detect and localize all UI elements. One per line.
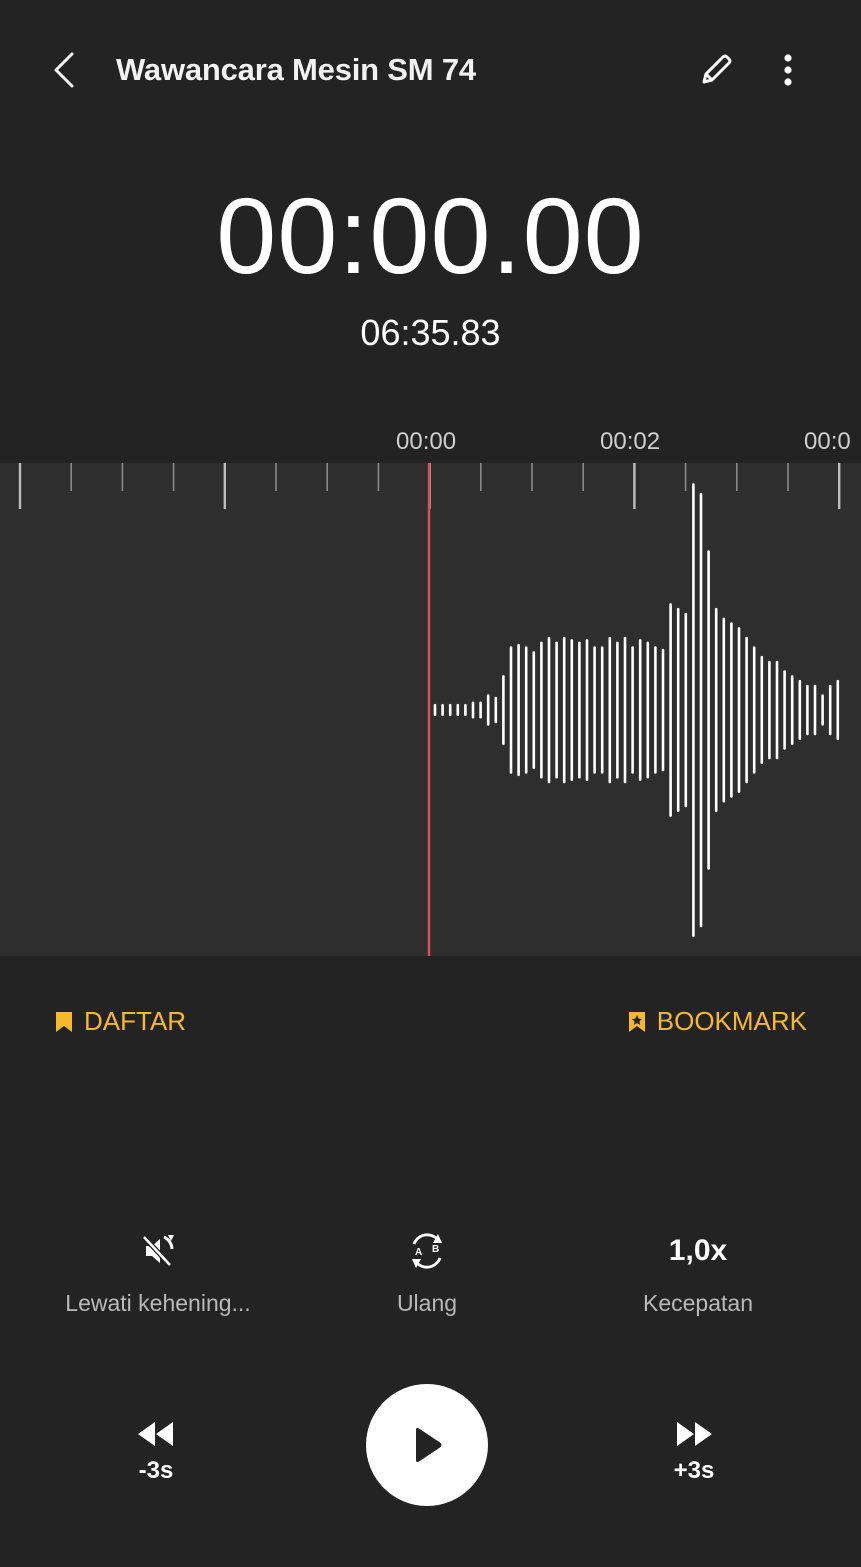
rewind-button[interactable]: -3s bbox=[116, 1420, 196, 1485]
add-bookmark-icon bbox=[628, 1011, 645, 1032]
top-app-bar: Wawancara Mesin SM 74 bbox=[0, 28, 861, 112]
total-duration: 06:35.83 bbox=[360, 312, 501, 353]
voice-recorder-playback-screen: Wawancara Mesin SM 74 00:00.00 06:35.83 … bbox=[0, 0, 861, 1567]
timeline-label: 00:00 bbox=[396, 428, 457, 455]
bookmark-list-button[interactable]: DAFTAR bbox=[54, 1006, 186, 1037]
waveform-panel[interactable] bbox=[0, 463, 861, 956]
edit-button[interactable] bbox=[690, 44, 742, 96]
svg-text:B: B bbox=[432, 1244, 439, 1255]
rewind-label: -3s bbox=[138, 1457, 174, 1484]
more-vertical-icon bbox=[784, 54, 792, 86]
repeat-label: Ulang bbox=[396, 1290, 458, 1316]
play-icon bbox=[416, 1428, 442, 1462]
recording-title: Wawancara Mesin SM 74 bbox=[116, 52, 476, 87]
svg-text:A: A bbox=[415, 1247, 422, 1258]
forward-label: +3s bbox=[673, 1457, 715, 1484]
pencil-icon bbox=[702, 54, 732, 84]
bookmark-icon bbox=[56, 1011, 72, 1032]
play-button[interactable] bbox=[366, 1384, 488, 1506]
chevron-left-icon bbox=[54, 52, 74, 88]
speed-button[interactable]: 1,0x Kecepatan bbox=[578, 1228, 818, 1317]
back-button[interactable] bbox=[40, 44, 88, 96]
bookmark-list-label: DAFTAR bbox=[84, 1006, 187, 1036]
add-bookmark-button[interactable]: BOOKMARK bbox=[627, 1006, 807, 1037]
skip-silence-icon bbox=[142, 1235, 174, 1267]
fast-forward-icon bbox=[677, 1422, 712, 1446]
repeat-ab-icon: A B bbox=[412, 1233, 442, 1269]
more-options-button[interactable] bbox=[766, 44, 810, 96]
timeline-label: 00:02 bbox=[600, 428, 661, 455]
current-position-time: 00:00.00 bbox=[216, 175, 645, 296]
repeat-ab-button[interactable]: A B Ulang bbox=[307, 1228, 547, 1317]
speed-label: Kecepatan bbox=[643, 1290, 753, 1316]
skip-silence-toggle[interactable]: Lewati kehening... bbox=[38, 1228, 278, 1317]
rewind-icon bbox=[138, 1422, 173, 1446]
speed-value: 1,0x bbox=[668, 1234, 728, 1267]
waveform bbox=[18, 463, 841, 956]
skip-silence-label: Lewati kehening... bbox=[65, 1290, 251, 1316]
forward-button[interactable]: +3s bbox=[654, 1420, 734, 1485]
timeline-label: 00:0 bbox=[804, 428, 851, 455]
add-bookmark-label: BOOKMARK bbox=[656, 1006, 807, 1036]
